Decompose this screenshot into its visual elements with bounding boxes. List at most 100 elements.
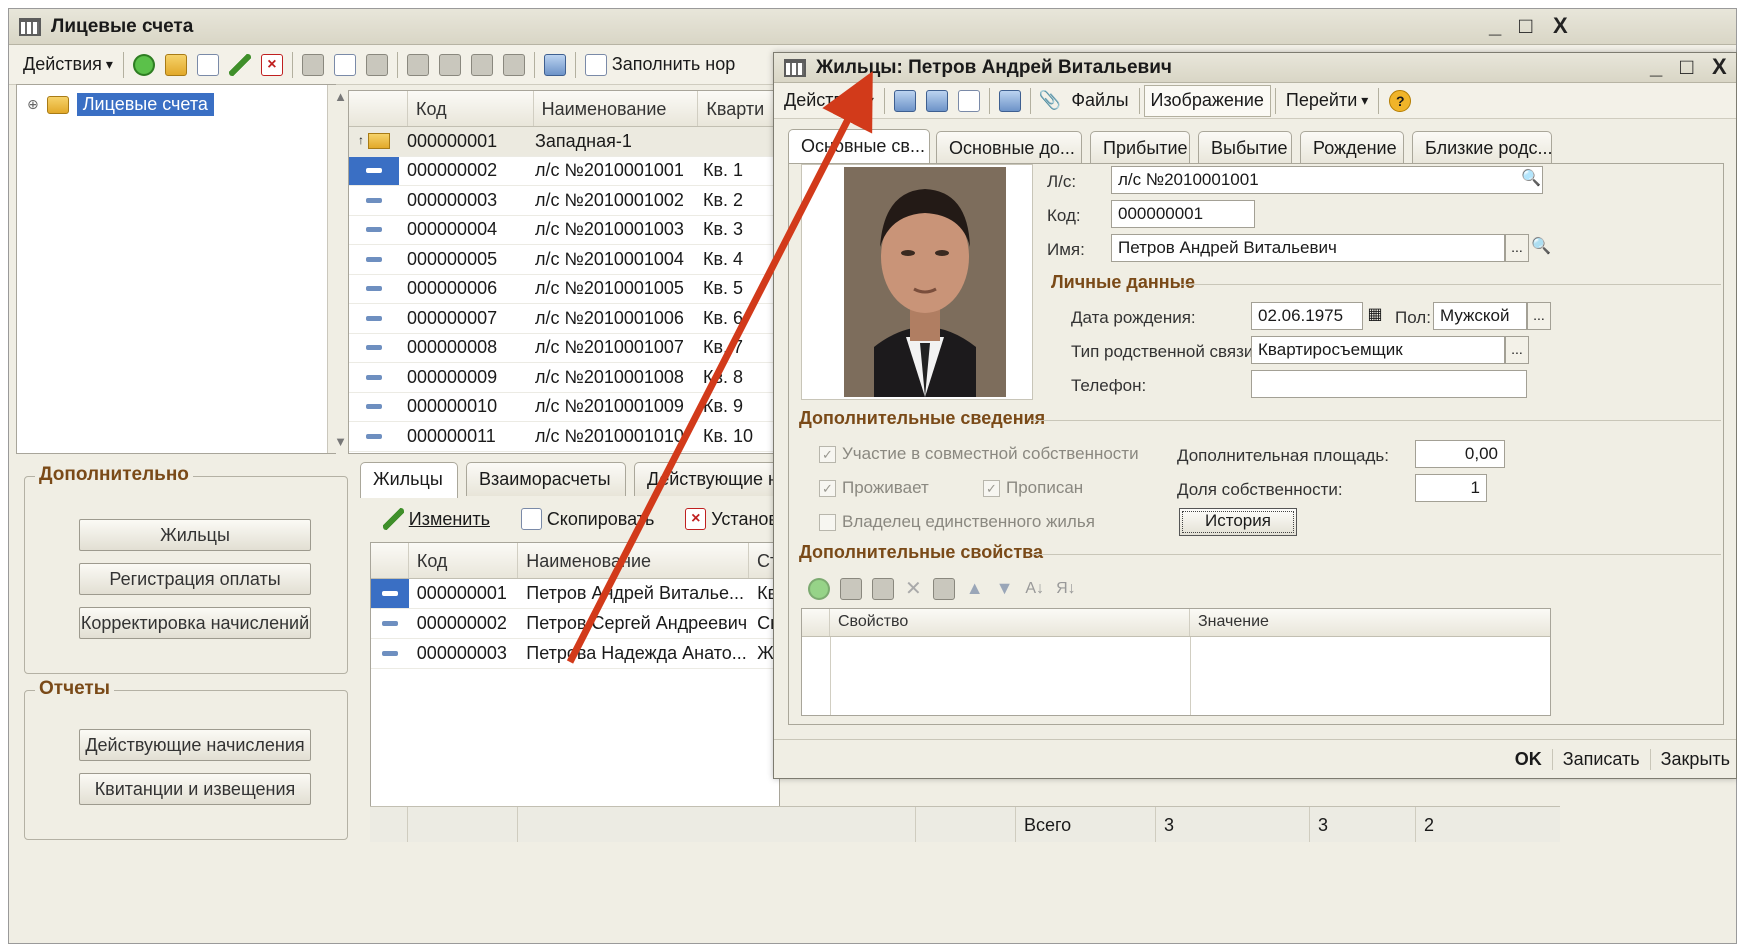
table-row[interactable]: 000000003 л/с №2010001002 Кв. 2 xyxy=(349,186,777,216)
move-down-icon[interactable]: ▼ xyxy=(996,578,1014,599)
table-row[interactable]: 000000007 л/с №2010001006 Кв. 6 xyxy=(349,304,777,334)
actions-menu[interactable]: Действия xyxy=(17,49,119,81)
filter-off-icon[interactable] xyxy=(502,53,525,76)
table-row[interactable]: 000000011 л/с №2010001010 Кв. 10 xyxy=(349,422,777,452)
name-choose-button[interactable]: ... xyxy=(1505,234,1529,262)
files-button[interactable]: Файлы xyxy=(1065,85,1134,117)
payment-registration-button[interactable]: Регистрация оплаты xyxy=(79,563,311,595)
edit-icon[interactable] xyxy=(228,53,251,76)
table-row[interactable]: ↑ 000000001 Западная-1 xyxy=(349,127,777,157)
sort-desc-icon[interactable]: Я↓ xyxy=(1056,580,1076,598)
filter-icon[interactable] xyxy=(406,53,429,76)
receipts-button[interactable]: Квитанции и извещения xyxy=(79,773,311,805)
table-row[interactable]: 000000005 л/с №2010001004 Кв. 4 xyxy=(349,245,777,275)
table-row[interactable]: 000000002Петров Сергей АндреевичСы xyxy=(371,609,779,639)
copy-icon[interactable] xyxy=(840,577,862,600)
table-row[interactable]: 000000008 л/с №2010001007 Кв. 7 xyxy=(349,334,777,363)
residents-button[interactable]: Жильцы xyxy=(79,519,311,551)
tab-residents[interactable]: Жильцы xyxy=(360,462,458,498)
help-icon[interactable]: ? xyxy=(1389,89,1412,112)
table-row[interactable]: 000000009 л/с №2010001008 Кв. 8 xyxy=(349,363,777,393)
ls-search-icon[interactable]: 🔍 xyxy=(1519,166,1543,194)
copy-icon[interactable] xyxy=(196,53,219,76)
tab-basic-docs[interactable]: Основные до... xyxy=(936,131,1082,165)
parent-level-icon[interactable] xyxy=(365,53,388,76)
sole-owner-checkbox[interactable]: Владелец единственного жилья xyxy=(819,512,1095,532)
relation-field[interactable]: Квартиросъемщик xyxy=(1251,336,1505,364)
tree-root[interactable]: ⊕ Лицевые счета xyxy=(27,93,214,116)
reread-icon[interactable] xyxy=(957,89,980,112)
minimize-button[interactable]: _ xyxy=(1489,13,1501,39)
dob-field[interactable]: 02.06.1975 xyxy=(1251,302,1363,330)
table-row[interactable]: 000000010 л/с №2010001009 Кв. 9 xyxy=(349,393,777,422)
delete-icon[interactable]: ✕ xyxy=(905,576,922,601)
move-up-icon[interactable]: ▲ xyxy=(966,578,984,599)
dialog-close-button[interactable]: X xyxy=(1712,54,1727,80)
phone-field[interactable] xyxy=(1251,370,1527,398)
area-field[interactable]: 0,00 xyxy=(1415,440,1505,468)
name-field[interactable]: Петров Андрей Витальевич xyxy=(1111,234,1505,262)
registered-checkbox[interactable]: ✓ Прописан xyxy=(983,478,1083,498)
tab-settlements[interactable]: Взаиморасчеты xyxy=(466,462,626,496)
main-titlebar[interactable]: Лицевые счета _ □ X xyxy=(9,9,1736,45)
history-button[interactable]: История xyxy=(1179,508,1297,536)
accounts-tree[interactable]: ⊕ Лицевые счета ▲ ▼ xyxy=(16,84,353,454)
tab-birth[interactable]: Рождение xyxy=(1300,131,1404,165)
refresh-icon[interactable] xyxy=(543,53,566,76)
ls-field[interactable]: л/с №2010001001 xyxy=(1111,166,1543,194)
residents-header-code[interactable]: Код xyxy=(409,543,519,578)
residents-grid[interactable]: Код Наименование Ст 000000001 Петров Андр… xyxy=(370,542,780,838)
add-folder-icon[interactable] xyxy=(164,53,187,76)
enter-on-basis-icon[interactable] xyxy=(998,89,1021,112)
filter-value-icon[interactable] xyxy=(438,53,461,76)
relation-choose-button[interactable]: ... xyxy=(1505,336,1529,364)
maximize-button[interactable]: □ xyxy=(1519,13,1532,39)
table-row[interactable]: 000000001 Петров Андрей Виталье... Кв xyxy=(371,579,779,609)
share-field[interactable]: 1 xyxy=(1415,474,1487,502)
save-button[interactable]: Записать xyxy=(1553,748,1651,770)
props-grid[interactable]: Свойство Значение xyxy=(801,608,1551,716)
hierarchy-icon[interactable] xyxy=(301,53,324,76)
residents-header-name[interactable]: Наименование xyxy=(518,543,749,578)
props-header-value[interactable]: Значение xyxy=(1190,609,1550,636)
set-button[interactable]: Установ xyxy=(711,509,778,530)
tab-relatives[interactable]: Близкие родс... xyxy=(1412,131,1552,165)
edit-button[interactable]: Изменить xyxy=(409,509,490,530)
table-row[interactable]: 000000003 Петрова Надежда Анато... Жі xyxy=(371,639,779,669)
active-charges-button[interactable]: Действующие начисления xyxy=(79,729,311,761)
add-icon[interactable] xyxy=(808,577,830,600)
save-icon[interactable] xyxy=(925,89,948,112)
shared-ownership-checkbox[interactable]: ✓ Участие в совместной собственности xyxy=(819,444,1139,464)
delete-icon[interactable]: × xyxy=(260,53,283,76)
image-button[interactable]: Изображение xyxy=(1143,84,1271,117)
tab-active-charges[interactable]: Действующие н xyxy=(634,462,780,496)
filter-history-icon[interactable] xyxy=(470,53,493,76)
close-dialog-button[interactable]: Закрыть xyxy=(1651,749,1730,770)
goto-menu[interactable]: Перейти xyxy=(1280,85,1374,117)
list-icon[interactable] xyxy=(333,53,356,76)
expand-icon[interactable]: ⊕ xyxy=(27,96,39,113)
props-header-property[interactable]: Свойство xyxy=(830,609,1190,636)
end-edit-icon[interactable] xyxy=(932,577,955,600)
accounts-grid[interactable]: Код Наименование Кварти ↑ 000000001 Западн… xyxy=(348,90,778,454)
dialog-maximize-button[interactable]: □ xyxy=(1680,54,1693,80)
sort-asc-icon[interactable]: A↓ xyxy=(1025,580,1044,598)
add-icon[interactable] xyxy=(132,53,155,76)
edit-icon[interactable] xyxy=(872,577,894,600)
save-close-icon[interactable] xyxy=(893,89,916,112)
tree-root-label[interactable]: Лицевые счета xyxy=(76,93,214,116)
copy-button[interactable]: Скопировать xyxy=(547,509,655,530)
sex-choose-button[interactable]: ... xyxy=(1527,302,1551,330)
tab-departure[interactable]: Выбытие xyxy=(1198,131,1292,165)
calendar-icon[interactable]: ▦ xyxy=(1363,302,1387,330)
name-search-icon[interactable]: 🔍 xyxy=(1529,234,1553,262)
ok-button[interactable]: OK xyxy=(1505,748,1553,770)
fill-button[interactable]: Заполнить нор xyxy=(612,49,741,81)
table-row[interactable]: 000000006 л/с №2010001005 Кв. 5 xyxy=(349,275,777,304)
lives-checkbox[interactable]: ✓ Проживает xyxy=(819,478,929,498)
dialog-minimize-button[interactable]: _ xyxy=(1650,54,1662,80)
code-field[interactable]: 000000001 xyxy=(1111,200,1255,228)
close-button[interactable]: X xyxy=(1553,13,1568,39)
table-row[interactable]: 000000004 л/с №2010001003 Кв. 3 xyxy=(349,216,777,245)
table-row[interactable]: 000000002 л/с №2010001001 Кв. 1 xyxy=(349,156,777,186)
